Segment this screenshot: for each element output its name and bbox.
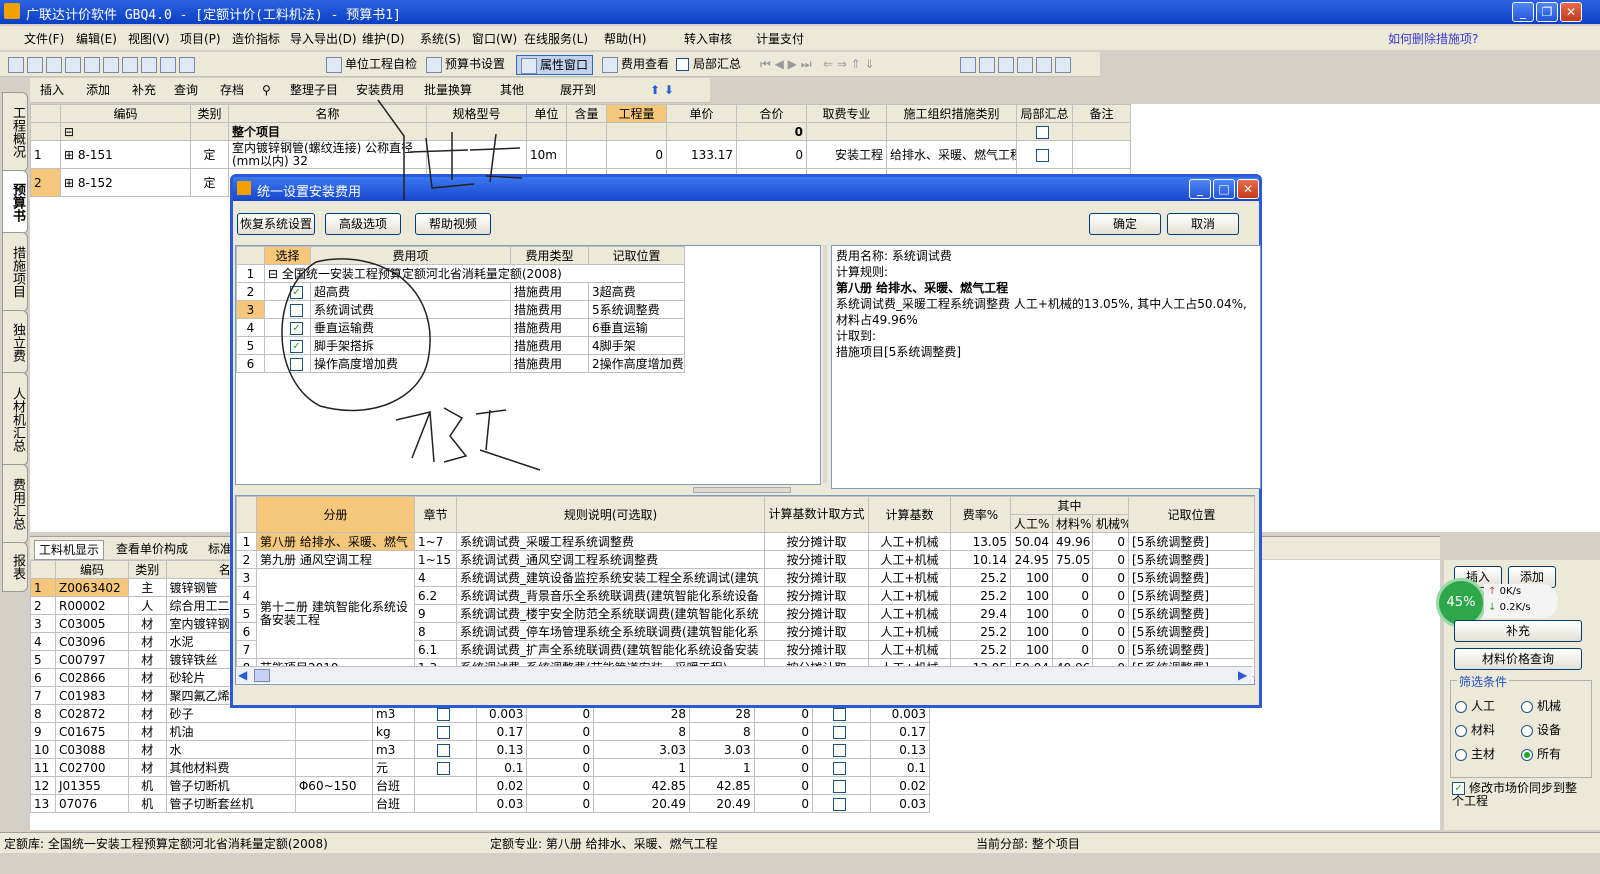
- handwritten-annotations: [281, 99, 541, 471]
